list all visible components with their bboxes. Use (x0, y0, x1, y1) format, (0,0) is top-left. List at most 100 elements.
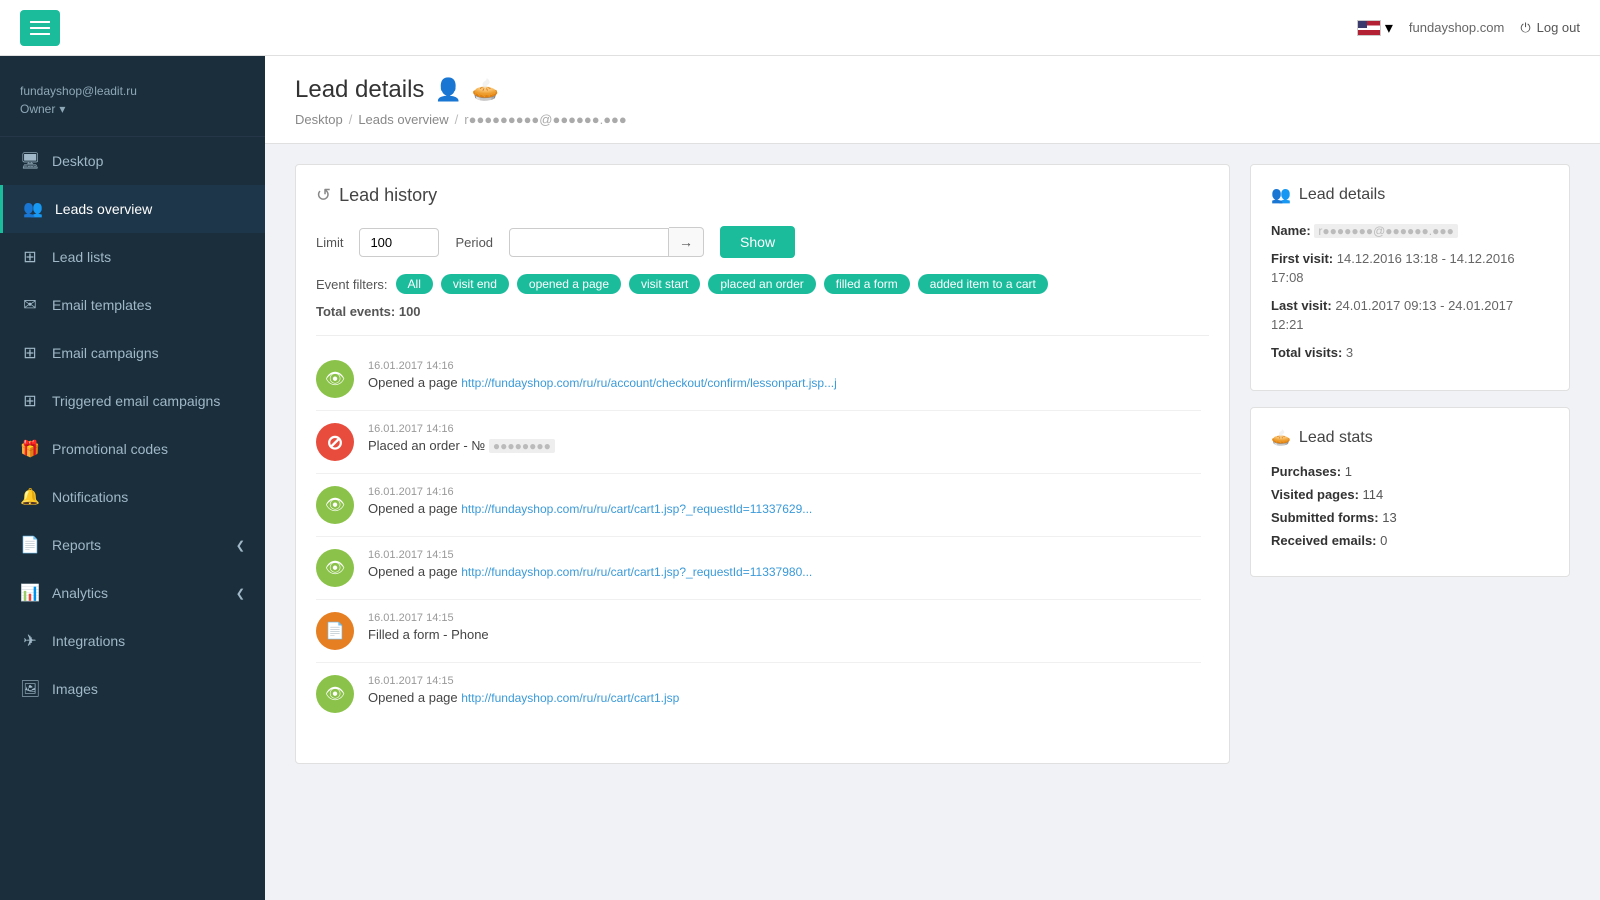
lead-details-card-title: 👥 Lead details (1271, 185, 1549, 205)
event-text: Filled a form - Phone (368, 627, 1201, 642)
topnav-left (20, 10, 60, 46)
period-input[interactable] (509, 228, 669, 257)
menu-icon-line3 (30, 33, 50, 35)
event-icon-order: ⊘ (316, 423, 354, 461)
sidebar-user: fundayshop@leadit.ru Owner ▾ (0, 72, 265, 137)
event-icon-eye: 👁 (316, 675, 354, 713)
event-time: 16.01.2017 14:16 (368, 423, 1201, 435)
event-link[interactable]: http://fundayshop.com/ru/ru/cart/cart1.j… (461, 565, 812, 579)
page-title-text: Lead details (295, 76, 424, 104)
timeline[interactable]: 👁 16.01.2017 14:16 Opened a page http://… (316, 348, 1209, 725)
chart-icon: 🥧 (472, 77, 499, 103)
email-campaigns-icon: ⊞ (20, 343, 40, 363)
filter-tag-visit-end[interactable]: visit end (441, 274, 509, 294)
filter-tag-added-item[interactable]: added item to a cart (918, 274, 1048, 294)
stat-received-emails-row: Received emails: 0 (1271, 533, 1549, 548)
total-visits-value: 3 (1346, 345, 1353, 360)
sidebar-item-reports[interactable]: 📄 Reports ❮ (0, 521, 265, 569)
sidebar-item-triggered-email-campaigns[interactable]: ⊞ Triggered email campaigns (0, 377, 265, 425)
lead-history-title: ↺ Lead history (316, 185, 1209, 206)
sidebar-item-lead-lists[interactable]: ⊞ Lead lists (0, 233, 265, 281)
logout-button[interactable]: ⏻ Log out (1520, 20, 1580, 36)
breadcrumb: Desktop / Leads overview / r●●●●●●●●●@●●… (295, 112, 1570, 127)
timeline-content: 16.01.2017 14:16 Opened a page http://fu… (368, 360, 1201, 390)
sidebar-item-email-campaigns[interactable]: ⊞ Email campaigns (0, 329, 265, 377)
filter-row: Limit Period → Show (316, 226, 1209, 258)
name-value: r●●●●●●●@●●●●●●.●●● (1314, 224, 1457, 238)
filter-tag-filled-form[interactable]: filled a form (824, 274, 910, 294)
sidebar-item-label: Email templates (52, 297, 152, 313)
breadcrumb-current: r●●●●●●●●●@●●●●●●.●●● (464, 112, 626, 127)
lead-stats-icon: 🥧 (1271, 428, 1291, 448)
event-text: Opened a page http://fundayshop.com/ru/r… (368, 375, 1201, 390)
event-icon-form: 📄 (316, 612, 354, 650)
detail-total-visits-row: Total visits: 3 (1271, 343, 1549, 363)
sidebar-item-desktop[interactable]: 🖥 Desktop (0, 137, 265, 185)
username-display[interactable]: fundayshop.com (1409, 20, 1504, 35)
stat-submitted-forms-row: Submitted forms: 13 (1271, 510, 1549, 525)
language-dropdown-arrow: ▾ (1385, 18, 1393, 38)
sidebar-item-label: Email campaigns (52, 345, 159, 361)
show-button[interactable]: Show (720, 226, 795, 258)
event-text: Opened a page http://fundayshop.com/ru/r… (368, 690, 1201, 705)
breadcrumb-desktop[interactable]: Desktop (295, 112, 343, 127)
sidebar-item-label: Analytics (52, 585, 108, 601)
page-header: Lead details 👤 🥧 Desktop / Leads overvie… (265, 56, 1600, 144)
page-title: Lead details 👤 🥧 (295, 76, 1570, 104)
last-visit-label: Last visit: (1271, 298, 1332, 313)
period-arrow-button[interactable]: → (669, 227, 704, 257)
event-time: 16.01.2017 14:16 (368, 360, 1201, 372)
event-link[interactable]: http://fundayshop.com/ru/ru/account/chec… (461, 376, 837, 390)
lead-stats-card: 🥧 Lead stats Purchases: 1 Visited pages:… (1250, 407, 1570, 577)
event-time: 16.01.2017 14:15 (368, 549, 1201, 561)
sidebar-item-promotional-codes[interactable]: 🎁 Promotional codes (0, 425, 265, 473)
period-label: Period (455, 235, 493, 250)
triggered-campaigns-icon: ⊞ (20, 391, 40, 411)
language-selector[interactable]: ▾ (1357, 18, 1393, 38)
us-flag-icon (1357, 20, 1381, 36)
stat-purchases-row: Purchases: 1 (1271, 464, 1549, 479)
event-text: Opened a page http://fundayshop.com/ru/r… (368, 564, 1201, 579)
period-wrapper: → (509, 227, 704, 257)
stat-visited-pages-row: Visited pages: 114 (1271, 487, 1549, 502)
lead-lists-icon: ⊞ (20, 247, 40, 267)
timeline-item: 👁 16.01.2017 14:16 Opened a page http://… (316, 348, 1201, 411)
timeline-content: 16.01.2017 14:15 Filled a form - Phone (368, 612, 1201, 642)
event-time: 16.01.2017 14:15 (368, 612, 1201, 624)
detail-first-visit-row: First visit: 14.12.2016 13:18 - 14.12.20… (1271, 249, 1549, 288)
leads-overview-icon: 👥 (23, 199, 43, 219)
notifications-icon: 🔔 (20, 487, 40, 507)
sidebar-item-leads-overview[interactable]: 👥 Leads overview (0, 185, 265, 233)
menu-icon-line1 (30, 21, 50, 23)
filter-tag-opened-page[interactable]: opened a page (517, 274, 621, 294)
sidebar-item-label: Lead lists (52, 249, 111, 265)
sidebar-item-label: Notifications (52, 489, 128, 505)
menu-button[interactable] (20, 10, 60, 46)
sidebar-item-email-templates[interactable]: ✉ Email templates (0, 281, 265, 329)
timeline-item: 📄 16.01.2017 14:15 Filled a form - Phone (316, 600, 1201, 663)
sidebar-item-label: Images (52, 681, 98, 697)
sidebar-item-notifications[interactable]: 🔔 Notifications (0, 473, 265, 521)
breadcrumb-sep2: / (455, 112, 459, 127)
filter-tag-all[interactable]: All (396, 274, 433, 294)
event-filters-row: Event filters: All visit end opened a pa… (316, 274, 1209, 294)
analytics-icon: 📊 (20, 583, 40, 603)
event-time: 16.01.2017 14:16 (368, 486, 1201, 498)
event-filters-label: Event filters: (316, 277, 388, 292)
sidebar-item-label: Triggered email campaigns (52, 393, 220, 409)
timeline-content: 16.01.2017 14:15 Opened a page http://fu… (368, 549, 1201, 579)
sidebar-item-analytics[interactable]: 📊 Analytics ❮ (0, 569, 265, 617)
limit-input[interactable] (359, 228, 439, 257)
event-link[interactable]: http://fundayshop.com/ru/ru/cart/cart1.j… (461, 502, 812, 516)
sidebar-item-images[interactable]: 🖼 Images (0, 665, 265, 713)
filter-tag-visit-start[interactable]: visit start (629, 274, 700, 294)
sidebar-user-role[interactable]: Owner ▾ (20, 102, 245, 116)
event-link[interactable]: http://fundayshop.com/ru/ru/cart/cart1.j… (461, 691, 679, 705)
lead-history-label: Lead history (339, 185, 437, 206)
breadcrumb-leads-overview[interactable]: Leads overview (358, 112, 448, 127)
filter-tag-placed-order[interactable]: placed an order (708, 274, 815, 294)
sidebar-item-integrations[interactable]: ✈ Integrations (0, 617, 265, 665)
reports-icon: 📄 (20, 535, 40, 555)
detail-last-visit-row: Last visit: 24.01.2017 09:13 - 24.01.201… (1271, 296, 1549, 335)
timeline-content: 16.01.2017 14:16 Opened a page http://fu… (368, 486, 1201, 516)
